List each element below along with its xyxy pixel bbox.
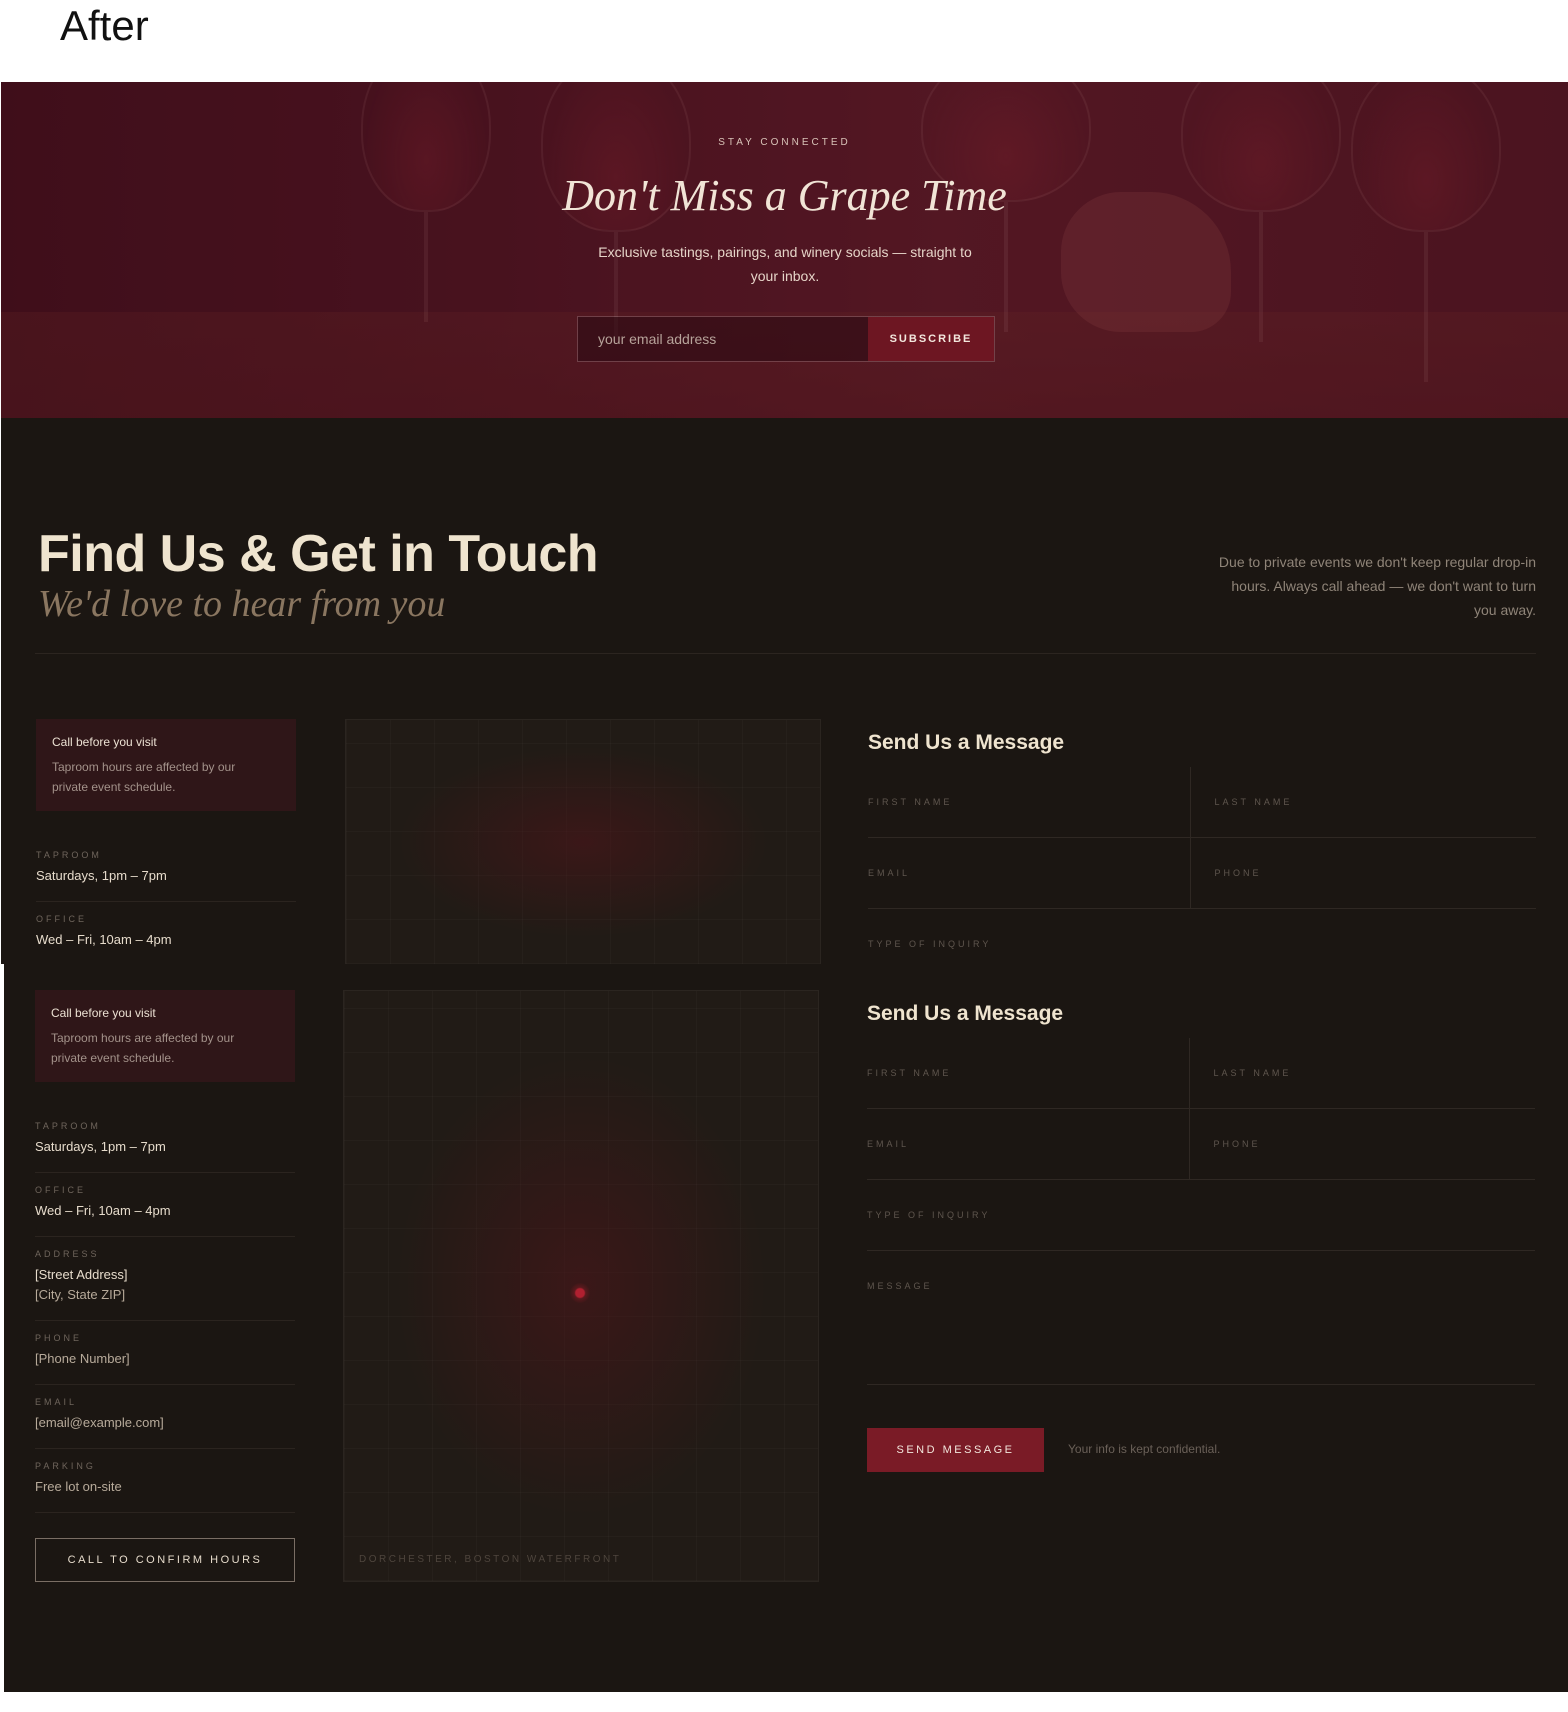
inquiry-type-field[interactable]: TYPE OF INQUIRY — [867, 1180, 1535, 1250]
newsletter-subtitle: Exclusive tastings, pairings, and winery… — [598, 244, 972, 284]
info-label: PARKING — [35, 1461, 96, 1471]
map-placeholder[interactable]: DORCHESTER, BOSTON WATERFRONT — [343, 990, 819, 1582]
info-row-taproom: TAPROOM Saturdays, 1pm – 7pm — [36, 838, 296, 902]
form-row: TYPE OF INQUIRY — [867, 1180, 1535, 1251]
info-row-office: OFFICE Wed – Fri, 10am – 4pm — [36, 902, 296, 964]
callout-text: Taproom hours are affected by our privat… — [52, 760, 236, 794]
info-list: TAPROOM Saturdays, 1pm – 7pm OFFICE Wed … — [35, 1109, 295, 1513]
contact-section-full: Call before you visit Taproom hours are … — [4, 964, 1568, 1692]
info-row-taproom: TAPROOM Saturdays, 1pm – 7pm — [35, 1109, 295, 1173]
form-row: EMAIL PHONE — [868, 838, 1536, 909]
first-name-field[interactable]: FIRST NAME — [868, 767, 1190, 837]
first-name-field[interactable]: FIRST NAME — [867, 1038, 1189, 1108]
info-label: PHONE — [35, 1333, 83, 1343]
send-message-button[interactable]: SEND MESSAGE — [867, 1428, 1044, 1472]
contact-script-subtitle: We'd love to hear from you — [38, 583, 446, 625]
newsletter-form: SUBSCRIBE — [577, 316, 995, 362]
newsletter-eyebrow: STAY CONNECTED — [718, 137, 851, 148]
contact-form: Send Us a Message FIRST NAME LAST NAME E… — [868, 719, 1536, 964]
info-label: ADDRESS — [35, 1249, 100, 1259]
info-label: TAPROOM — [36, 850, 102, 860]
confirm-hours-button[interactable]: CALL TO CONFIRM HOURS — [35, 1538, 295, 1582]
form-title: Send Us a Message — [868, 731, 1065, 754]
phone-field[interactable]: PHONE — [1189, 838, 1537, 908]
contact-title: Find Us & Get in Touch — [38, 525, 599, 583]
info-label: EMAIL — [35, 1397, 78, 1407]
contact-form: Send Us a Message FIRST NAME LAST NAME E… — [867, 990, 1535, 1385]
info-value-secondary: [City, State ZIP] — [35, 1287, 126, 1302]
info-row-office: OFFICE Wed – Fri, 10am – 4pm — [35, 1173, 295, 1237]
visit-callout: Call before you visit Taproom hours are … — [35, 990, 295, 1082]
map-placeholder[interactable] — [345, 719, 821, 964]
confidential-note: Your info is kept confidential. — [1068, 1442, 1221, 1456]
map-caption: DORCHESTER, BOSTON WATERFRONT — [359, 1554, 622, 1565]
form-row: EMAIL PHONE — [867, 1109, 1535, 1180]
callout-title: Call before you visit — [51, 1006, 156, 1020]
section-divider — [35, 653, 1536, 654]
callout-title: Call before you visit — [52, 735, 157, 749]
info-list: TAPROOM Saturdays, 1pm – 7pm OFFICE Wed … — [36, 838, 296, 964]
last-name-field[interactable]: LAST NAME — [1189, 767, 1537, 837]
newsletter-section: STAY CONNECTED Don't Miss a Grape Time E… — [1, 82, 1568, 418]
info-value: Wed – Fri, 10am – 4pm — [36, 932, 172, 947]
message-field[interactable]: MESSAGE — [867, 1251, 1535, 1385]
contact-note: Due to private events we don't keep regu… — [1218, 554, 1536, 618]
last-name-field[interactable]: LAST NAME — [1188, 1038, 1536, 1108]
email-field[interactable]: EMAIL — [867, 1109, 1189, 1179]
form-row: FIRST NAME LAST NAME — [867, 1038, 1535, 1109]
email-input[interactable] — [578, 317, 868, 361]
info-value: Free lot on-site — [35, 1479, 122, 1494]
inquiry-type-field[interactable]: TYPE OF INQUIRY — [868, 909, 1536, 964]
info-label: OFFICE — [35, 1185, 86, 1195]
visit-callout: Call before you visit Taproom hours are … — [36, 719, 296, 811]
info-value: Saturdays, 1pm – 7pm — [36, 868, 167, 883]
form-row: FIRST NAME LAST NAME — [868, 767, 1536, 838]
newsletter-title: Don't Miss a Grape Time — [562, 171, 1007, 220]
info-row-parking: PARKING Free lot on-site — [35, 1449, 295, 1513]
contact-section: Find Us & Get in Touch We'd love to hear… — [1, 418, 1568, 964]
info-label: TAPROOM — [35, 1121, 101, 1131]
info-row-address: ADDRESS [Street Address] [City, State ZI… — [35, 1237, 295, 1321]
info-value: [Street Address] — [35, 1267, 128, 1282]
info-label: OFFICE — [36, 914, 87, 924]
info-value[interactable]: [email@example.com] — [35, 1413, 295, 1433]
map-pin-icon — [570, 1283, 590, 1303]
phone-field[interactable]: PHONE — [1188, 1109, 1536, 1179]
form-title: Send Us a Message — [867, 1002, 1064, 1025]
info-value: Saturdays, 1pm – 7pm — [35, 1139, 166, 1154]
info-value[interactable]: [Phone Number] — [35, 1349, 295, 1369]
subscribe-button[interactable]: SUBSCRIBE — [868, 317, 994, 361]
info-row-phone: PHONE [Phone Number] — [35, 1321, 295, 1385]
email-field[interactable]: EMAIL — [868, 838, 1190, 908]
info-value: Wed – Fri, 10am – 4pm — [35, 1203, 171, 1218]
form-row: TYPE OF INQUIRY — [868, 909, 1536, 964]
callout-text: Taproom hours are affected by our privat… — [51, 1031, 235, 1065]
info-row-email: EMAIL [email@example.com] — [35, 1385, 295, 1449]
caption-label: After — [60, 2, 149, 49]
